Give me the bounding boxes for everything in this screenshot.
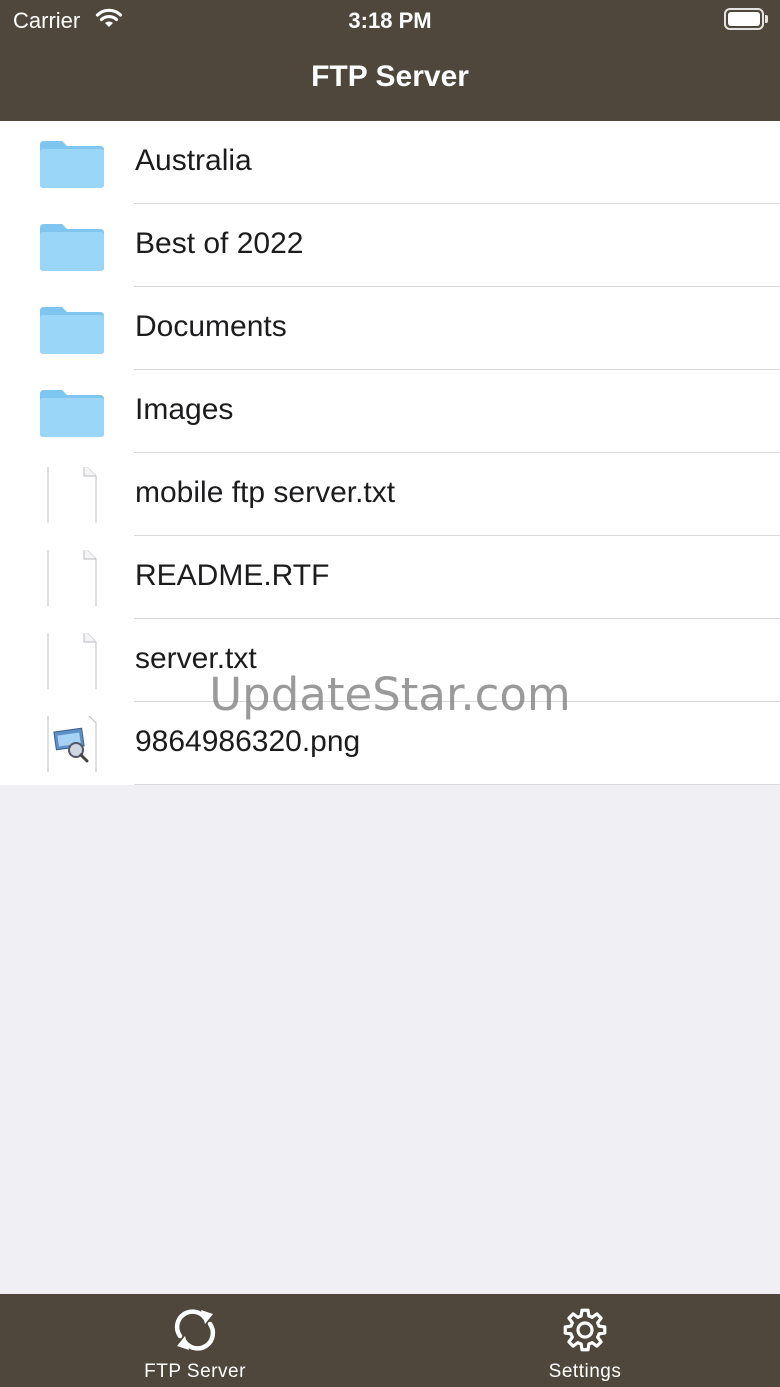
- tab-label-ftp-server: FTP Server: [144, 1361, 246, 1382]
- file-name: Images: [135, 393, 234, 426]
- gear-icon: [563, 1308, 607, 1352]
- status-time: 3:18 PM: [348, 8, 432, 33]
- list-item[interactable]: mobile ftp server.txt: [0, 453, 780, 536]
- file-name: Documents: [135, 310, 287, 343]
- list-item[interactable]: Best of 2022: [0, 204, 780, 287]
- sync-icon: [174, 1309, 216, 1351]
- file-name: mobile ftp server.txt: [135, 476, 396, 509]
- file-name: Australia: [135, 144, 252, 177]
- tab-ftp-server[interactable]: FTP Server: [0, 1294, 390, 1387]
- file-name: Best of 2022: [135, 227, 304, 260]
- document-file-icon: [47, 467, 97, 523]
- navigation-bar: Carrier 3:18 PM FTP Server: [0, 0, 780, 121]
- list-item[interactable]: Australia: [0, 121, 780, 204]
- image-file-icon: [47, 716, 97, 772]
- folder-icon: [40, 224, 104, 271]
- folder-icon: [40, 307, 104, 354]
- folder-icon: [40, 390, 104, 437]
- page-title: FTP Server: [311, 60, 469, 93]
- battery-icon: [724, 8, 768, 30]
- list-item[interactable]: Documents: [0, 287, 780, 370]
- tab-bar: FTP Server Settings: [0, 1294, 780, 1387]
- file-name: README.RTF: [135, 559, 330, 592]
- tab-settings[interactable]: Settings: [390, 1294, 780, 1387]
- status-bar: Carrier 3:18 PM: [0, 0, 780, 40]
- file-name: 9864986320.png: [135, 725, 361, 758]
- folder-icon: [40, 141, 104, 188]
- watermark: UpdateStar.com: [209, 668, 571, 721]
- row-separator: [134, 784, 780, 785]
- tab-label-settings: Settings: [548, 1361, 622, 1382]
- list-item[interactable]: Images: [0, 370, 780, 453]
- document-file-icon: [47, 550, 97, 606]
- list-item[interactable]: README.RTF: [0, 536, 780, 619]
